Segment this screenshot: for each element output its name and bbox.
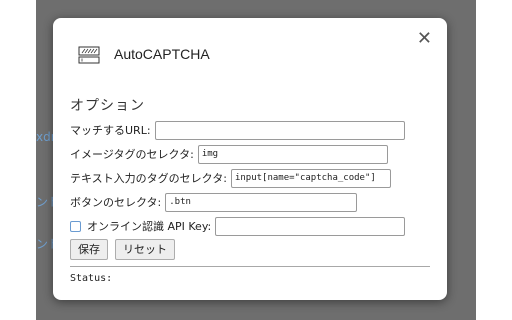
api-key-row: オンライン認識 API Key: xyxy=(70,215,406,237)
divider xyxy=(70,266,430,267)
app-title: AutoCAPTCHA xyxy=(114,46,210,62)
online-recognition-checkbox[interactable] xyxy=(70,220,81,232)
api-key-label: オンライン認識 API Key: xyxy=(87,220,212,233)
text-input-label: テキスト入力のタグのセレクタ: xyxy=(70,172,227,185)
match-url-input[interactable] xyxy=(154,120,405,140)
options-dialog: ✕ AutoCAPTCHA オプション マッチするURL: イメージタグのセレク… xyxy=(53,18,447,300)
button-selector-row: ボタンのセレクタ: xyxy=(70,191,358,213)
action-buttons: 保存 リセット xyxy=(70,237,182,261)
text-input-selector-input[interactable] xyxy=(230,168,391,188)
save-button[interactable]: 保存 xyxy=(70,238,108,260)
text-input-row: テキスト入力のタグのセレクタ: xyxy=(70,167,391,189)
image-tag-row: イメージタグのセレクタ: xyxy=(70,143,388,165)
image-tag-selector-input[interactable] xyxy=(197,144,388,164)
close-icon[interactable]: ✕ xyxy=(417,30,432,48)
button-selector-input[interactable] xyxy=(165,192,358,212)
status-label: Status: xyxy=(70,273,113,284)
button-selector-label: ボタンのセレクタ: xyxy=(70,196,162,209)
image-tag-label: イメージタグのセレクタ: xyxy=(70,148,194,161)
captcha-logo-icon xyxy=(78,46,100,64)
match-url-label: マッチするURL: xyxy=(70,124,151,137)
api-key-input[interactable] xyxy=(215,216,406,236)
section-title: オプション xyxy=(70,98,145,114)
match-url-row: マッチするURL: xyxy=(70,119,405,141)
reset-button[interactable]: リセット xyxy=(115,238,175,260)
